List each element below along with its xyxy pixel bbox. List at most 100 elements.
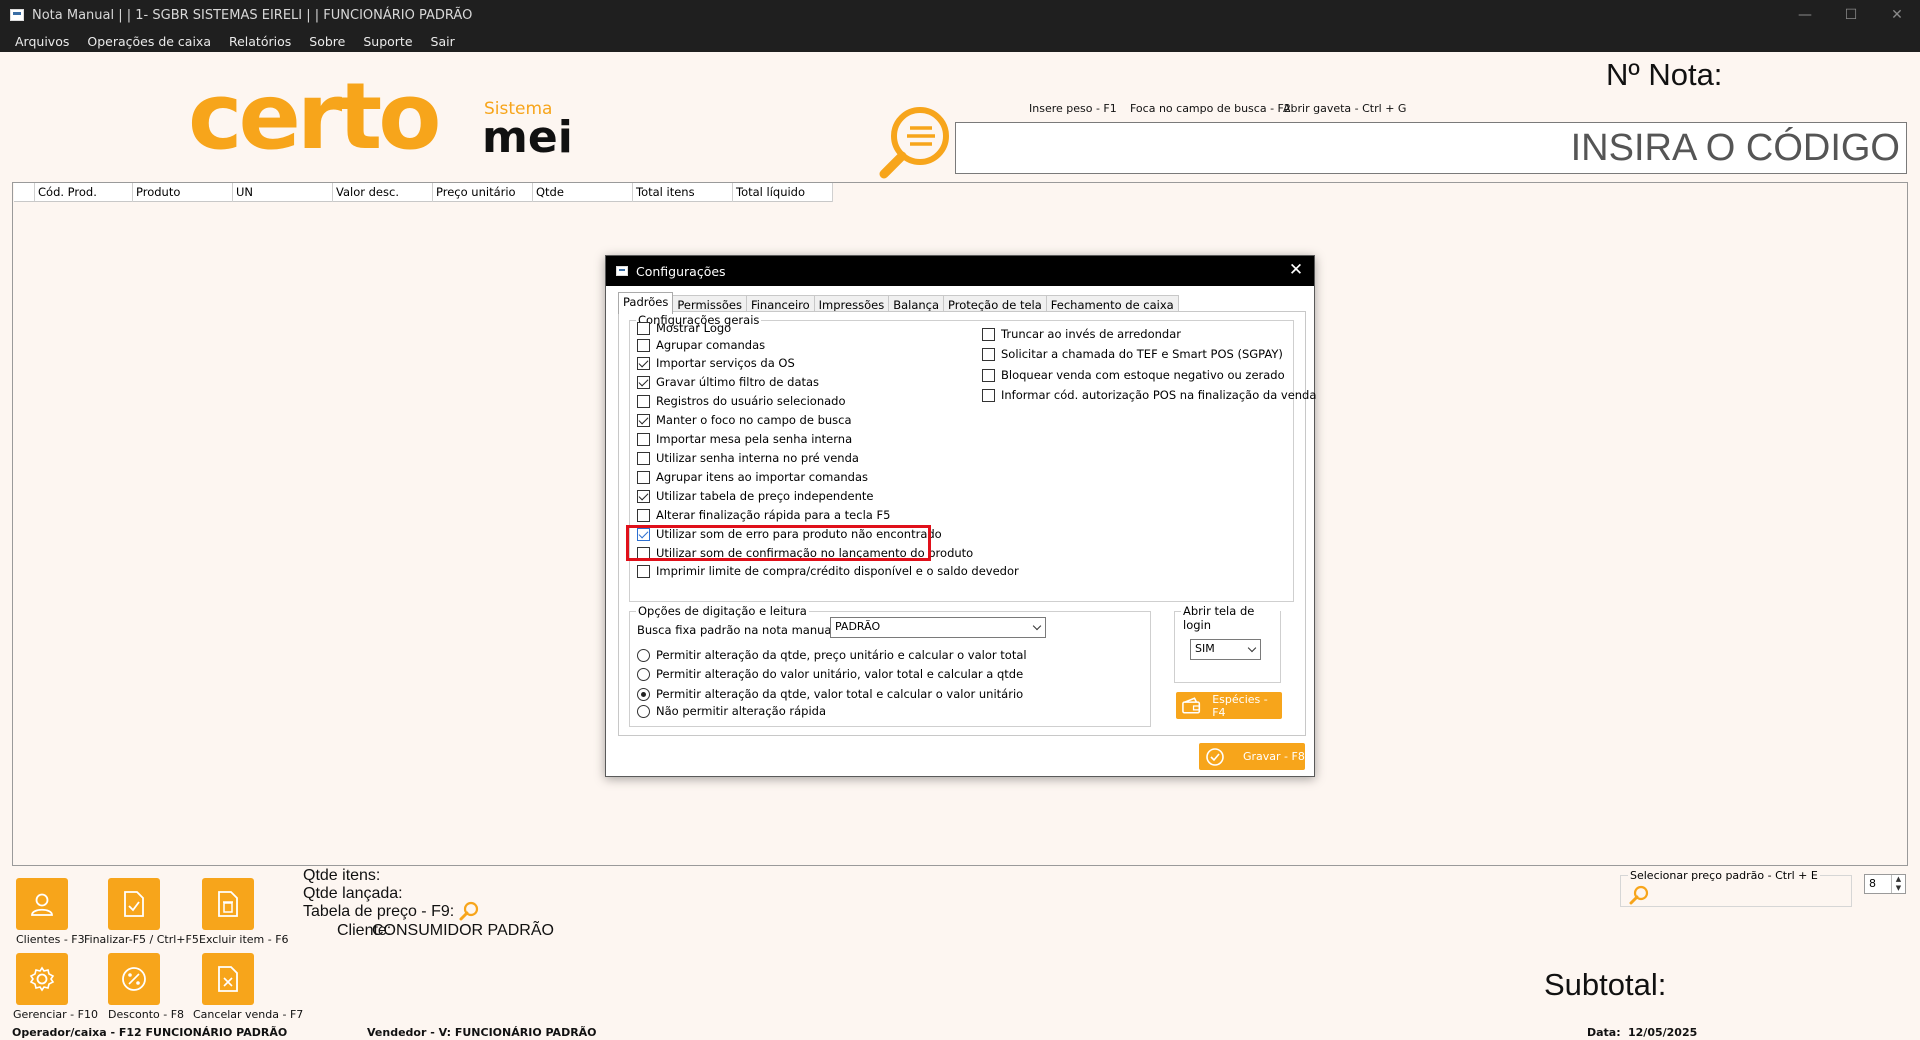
checkbox-box[interactable] xyxy=(637,394,650,408)
qtde-lancada-label: Qtde lançada: xyxy=(303,885,403,902)
radio-circle[interactable] xyxy=(637,687,650,701)
busca-fixa-label: Busca fixa padrão na nota manual por: xyxy=(637,623,862,637)
radio-nao-permitir-alteracao-rapida[interactable]: Não permitir alteração rápida xyxy=(637,704,826,718)
column-cod-prod[interactable]: Cód. Prod. xyxy=(35,183,133,202)
checkbox-agrupar-comandas[interactable]: Agrupar comandas xyxy=(637,338,765,352)
radio-circle[interactable] xyxy=(637,667,650,681)
app-icon xyxy=(10,9,24,21)
checkbox-label: Imprimir limite de compra/crédito dispon… xyxy=(656,564,1019,578)
column-qtde[interactable]: Qtde xyxy=(533,183,633,202)
checkbox-box[interactable] xyxy=(637,508,650,522)
menu-suporte[interactable]: Suporte xyxy=(354,34,421,49)
checkbox-informar-cod-autorizacao-pos-na-finaliza[interactable]: Informar cód. autorização POS na finaliz… xyxy=(982,388,1316,402)
checkbox-label: Mostrar Logo xyxy=(656,321,732,335)
doc-x-icon xyxy=(218,966,238,992)
column-valor-desc[interactable]: Valor desc. xyxy=(333,183,433,202)
checkbox-box[interactable] xyxy=(982,327,995,341)
checkbox-gravar-ultimo-filtro-de-datas[interactable]: Gravar último filtro de datas xyxy=(637,375,819,389)
checkbox-box[interactable] xyxy=(637,338,650,352)
finalizar-button[interactable] xyxy=(108,878,160,930)
column-preco-unitario[interactable]: Preço unitário xyxy=(433,183,533,202)
cancelar-venda-button[interactable] xyxy=(202,953,254,1005)
column-produto[interactable]: Produto xyxy=(133,183,233,202)
tabela-preco-search-icon[interactable] xyxy=(459,901,479,921)
wallet-icon xyxy=(1182,696,1201,714)
tab-padroes[interactable]: Padrões xyxy=(618,292,674,314)
dialog-close-icon[interactable]: ✕ xyxy=(1286,260,1306,280)
close-button[interactable]: ✕ xyxy=(1874,0,1920,30)
radio-label: Permitir alteração da qtde, preço unitár… xyxy=(656,648,1027,662)
checkbox-box[interactable] xyxy=(637,564,650,578)
checkbox-box[interactable] xyxy=(982,388,995,402)
busca-fixa-select[interactable]: PADRÃO xyxy=(830,617,1046,638)
operador-caixa: Operador/caixa - F12 FUNCIONÁRIO PADRÃO xyxy=(12,1026,288,1039)
column-total-itens[interactable]: Total itens xyxy=(633,183,733,202)
checkbox-importar-servicos-da-os[interactable]: Importar serviços da OS xyxy=(637,356,795,370)
checkbox-box[interactable] xyxy=(637,470,650,484)
minimize-button[interactable]: — xyxy=(1782,0,1828,30)
checkbox-utilizar-tabela-de-preco-independente[interactable]: Utilizar tabela de preço independente xyxy=(637,489,873,503)
checkbox-alterar-finalizacao-rapida-para-a-tecla-[interactable]: Alterar finalização rápida para a tecla … xyxy=(637,508,890,522)
menu-sair[interactable]: Sair xyxy=(422,34,464,49)
login-select[interactable]: SIM xyxy=(1190,639,1261,660)
shortcut-busca: Foca no campo de busca - F2 xyxy=(1130,102,1291,115)
nota-label: Nº Nota: xyxy=(1606,57,1723,92)
clientes-button[interactable] xyxy=(16,878,68,930)
checkbox-box[interactable] xyxy=(982,347,995,361)
checkbox-label: Agrupar itens ao importar comandas xyxy=(656,470,869,484)
spinner-arrows[interactable]: ▲ ▼ xyxy=(1891,875,1905,893)
checkbox-importar-mesa-pela-senha-interna[interactable]: Importar mesa pela senha interna xyxy=(637,432,852,446)
especies-button[interactable]: Espécies - F4 xyxy=(1176,692,1282,719)
radio-permitir-alteracao-do-valor-unitario-val[interactable]: Permitir alteração do valor unitário, va… xyxy=(637,667,1023,681)
checkbox-solicitar-a-chamada-do-tef-e-smart-pos-s[interactable]: Solicitar a chamada do TEF e Smart POS (… xyxy=(982,347,1283,361)
search-icon[interactable] xyxy=(878,104,954,180)
column-un[interactable]: UN xyxy=(233,183,333,202)
checkbox-box[interactable] xyxy=(982,368,995,382)
checkbox-label: Importar serviços da OS xyxy=(656,356,795,370)
preco-spinner[interactable]: 8 ▲ ▼ xyxy=(1864,874,1906,894)
column-total-liquido[interactable]: Total líquido xyxy=(733,183,833,202)
checkbox-utilizar-senha-interna-no-pre-venda[interactable]: Utilizar senha interna no pré venda xyxy=(637,451,859,465)
menu-operacoes-de-caixa[interactable]: Operações de caixa xyxy=(78,34,220,49)
chevron-down-icon xyxy=(1032,621,1042,631)
menu-sobre[interactable]: Sobre xyxy=(300,34,354,49)
checkbox-label: Utilizar tabela de preço independente xyxy=(656,489,874,503)
checkbox-manter-o-foco-no-campo-de-busca[interactable]: Manter o foco no campo de busca xyxy=(637,413,852,427)
checkbox-box[interactable] xyxy=(637,413,650,427)
desconto-button[interactable] xyxy=(108,953,160,1005)
code-search-input[interactable]: INSIRA O CÓDIGO xyxy=(955,122,1907,174)
checkbox-imprimir-limite-de-compra-credito-dispon[interactable]: Imprimir limite de compra/crédito dispon… xyxy=(637,564,1019,578)
gravar-label: Gravar - F8 xyxy=(1243,750,1305,763)
checkbox-box[interactable] xyxy=(637,489,650,503)
radio-circle[interactable] xyxy=(637,704,650,718)
checkbox-box[interactable] xyxy=(637,451,650,465)
logo-brand-text: certo xyxy=(188,78,438,158)
checkbox-registros-do-usuario-selecionado[interactable]: Registros do usuário selecionado xyxy=(637,394,846,408)
tabpanel-padroes: Configurações gerais Opções de digitação… xyxy=(618,311,1316,736)
radio-circle[interactable] xyxy=(637,648,650,662)
checkbox-label: Importar mesa pela senha interna xyxy=(656,432,853,446)
gerenciar-label: Gerenciar - F10 xyxy=(13,1008,98,1021)
checkbox-truncar-ao-inves-de-arredondar[interactable]: Truncar ao invés de arredondar xyxy=(982,327,1181,341)
grid-header-lead xyxy=(14,183,35,201)
checkbox-agrupar-itens-ao-importar-comandas[interactable]: Agrupar itens ao importar comandas xyxy=(637,470,868,484)
dialog-title: Configurações xyxy=(636,263,726,279)
checkbox-box[interactable] xyxy=(637,356,650,370)
checkbox-box[interactable] xyxy=(637,375,650,389)
subtotal-label: Subtotal: xyxy=(1544,967,1667,1002)
checkbox-box[interactable] xyxy=(637,432,650,446)
menu-relatorios[interactable]: Relatórios xyxy=(220,34,300,49)
maximize-button[interactable]: ☐ xyxy=(1828,0,1874,30)
menu-arquivos[interactable]: Arquivos xyxy=(6,34,78,49)
gravar-button[interactable]: Gravar - F8 xyxy=(1199,743,1305,770)
radio-permitir-alteracao-da-qtde-valor-total-e[interactable]: Permitir alteração da qtde, valor total … xyxy=(637,687,1023,701)
excluir-item-button[interactable] xyxy=(202,878,254,930)
preco-search-icon[interactable] xyxy=(1629,885,1649,905)
gerenciar-button[interactable] xyxy=(16,953,68,1005)
checkbox-bloquear-venda-com-estoque-negativo-ou-z[interactable]: Bloquear venda com estoque negativo ou z… xyxy=(982,368,1285,382)
radio-permitir-alteracao-da-qtde-preco-unitari[interactable]: Permitir alteração da qtde, preço unitár… xyxy=(637,648,1027,662)
checkbox-box[interactable] xyxy=(637,321,650,335)
checkbox-mostrar-logo[interactable]: Mostrar Logo xyxy=(637,321,731,335)
finalizar-label: Finalizar-F5 / Ctrl+F5 xyxy=(84,933,199,946)
highlight-box xyxy=(626,525,931,561)
